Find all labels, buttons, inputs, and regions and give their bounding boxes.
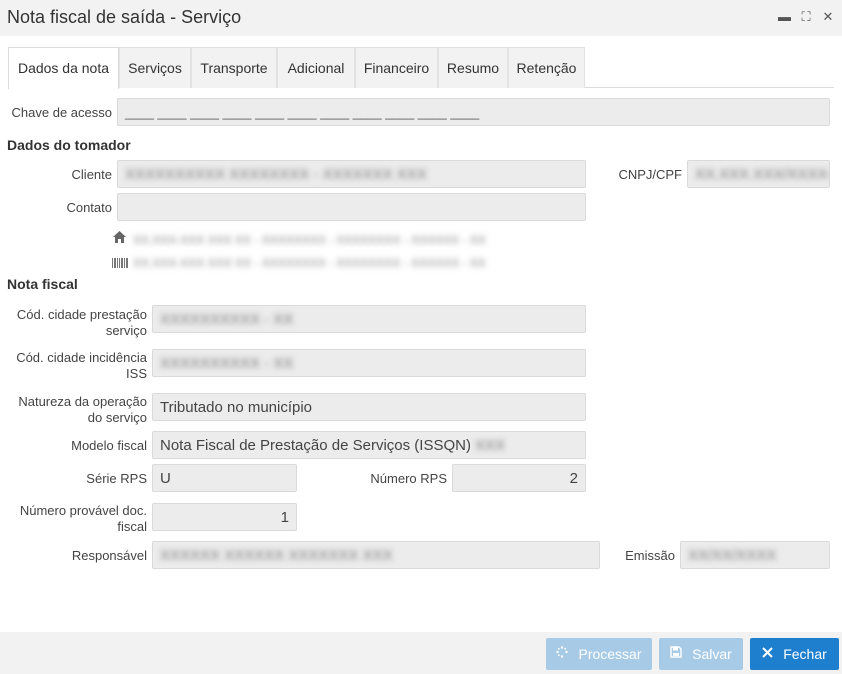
window-title: Nota fiscal de saída - Serviço — [7, 7, 242, 27]
emission-value: XX/XX/XXXX — [688, 547, 777, 564]
probable-number-field[interactable]: 1 — [152, 503, 297, 531]
window-titlebar: Nota fiscal de saída - Serviço ▬ ⛶ ✕ — [0, 0, 842, 36]
city-iss-field[interactable]: XXXXXXXXXX - XX — [152, 349, 586, 377]
rps-number-field[interactable]: 2 — [452, 464, 586, 492]
minimize-icon[interactable]: ▬ — [778, 9, 791, 25]
client-value: XXXXXXXXXX XXXXXXXX - XXXXXXX XXX — [125, 166, 427, 183]
address-home: XX.XXX-XXX XXX XX - XXXXXXXX - XXXXXXXX … — [133, 233, 486, 247]
tab-financeiro[interactable]: Financeiro — [355, 47, 438, 88]
access-key-field[interactable]: ____ ____ ____ ____ ____ ____ ____ ____ … — [117, 98, 830, 126]
maximize-icon[interactable]: ⛶ — [800, 9, 812, 25]
tab-retencao[interactable]: Retenção — [508, 47, 585, 88]
close-icon — [762, 638, 773, 670]
close-button[interactable]: Fechar — [750, 638, 839, 670]
rps-series-label: Série RPS — [86, 471, 147, 486]
contact-field[interactable] — [117, 193, 586, 221]
probable-number-label: Número provável doc. fiscal — [19, 503, 147, 534]
close-button-label: Fechar — [783, 646, 827, 662]
city-service-field[interactable]: XXXXXXXXXX - XX — [152, 305, 586, 333]
emission-label: Emissão — [625, 548, 675, 563]
process-button-label: Processar — [578, 646, 642, 662]
city-iss-label: Cód. cidade incidência ISS — [16, 350, 147, 381]
address-billing: XX.XXX-XXX XXX XX - XXXXXXXX - XXXXXXXX … — [133, 256, 486, 270]
tab-resumo[interactable]: Resumo — [438, 47, 508, 88]
city-service-value: XXXXXXXXXX - XX — [160, 311, 294, 328]
tab-dados-da-nota[interactable]: Dados da nota — [8, 47, 119, 89]
responsible-field[interactable]: XXXXXX XXXXXX XXXXXXX XXX — [152, 541, 600, 569]
rps-number-label: Número RPS — [370, 471, 447, 486]
tab-bar: Dados da nota Serviços Transporte Adicio… — [8, 47, 834, 89]
tab-adicional[interactable]: Adicional — [277, 47, 355, 88]
nature-label: Natureza da operação do serviço — [18, 394, 147, 425]
model-suffix: XXX — [475, 437, 506, 454]
save-button-label: Salvar — [692, 646, 732, 662]
cnpj-label: CNPJ/CPF — [618, 167, 682, 182]
city-service-label: Cód. cidade prestação serviço — [16, 307, 147, 338]
cnpj-field[interactable]: XX.XXX.XXX/XXXX-X — [687, 160, 830, 188]
emission-field[interactable]: XX/XX/XXXX — [680, 541, 830, 569]
save-button[interactable]: Salvar — [659, 638, 743, 670]
client-label: Cliente — [71, 167, 112, 182]
barcode-icon — [112, 256, 128, 271]
responsible-value: XXXXXX XXXXXX XXXXXXX XXX — [160, 547, 393, 564]
client-field[interactable]: XXXXXXXXXX XXXXXXXX - XXXXXXX XXX — [117, 160, 586, 188]
access-key-label: Chave de acesso — [11, 105, 112, 120]
contact-label: Contato — [66, 200, 112, 215]
close-window-icon[interactable]: ✕ — [822, 9, 834, 25]
process-button[interactable]: Processar — [546, 638, 652, 670]
city-iss-value: XXXXXXXXXX - XX — [160, 355, 294, 372]
home-icon — [112, 230, 127, 247]
rps-series-field[interactable]: U — [152, 464, 297, 492]
model-value: Nota Fiscal de Prestação de Serviços (IS… — [160, 437, 471, 454]
floppy-disk-icon — [670, 638, 682, 670]
spinner-icon — [556, 638, 569, 670]
invoice-section-title: Nota fiscal — [7, 276, 78, 292]
tab-transporte[interactable]: Transporte — [191, 47, 277, 88]
model-label: Modelo fiscal — [71, 438, 147, 453]
customer-section-title: Dados do tomador — [7, 137, 131, 153]
responsible-label: Responsável — [71, 548, 147, 563]
cnpj-value: XX.XXX.XXX/XXXX-X — [695, 166, 830, 183]
tab-servicos[interactable]: Serviços — [119, 47, 191, 88]
model-field[interactable]: Nota Fiscal de Prestação de Serviços (IS… — [152, 431, 586, 459]
nature-field[interactable]: Tributado no município — [152, 393, 586, 421]
